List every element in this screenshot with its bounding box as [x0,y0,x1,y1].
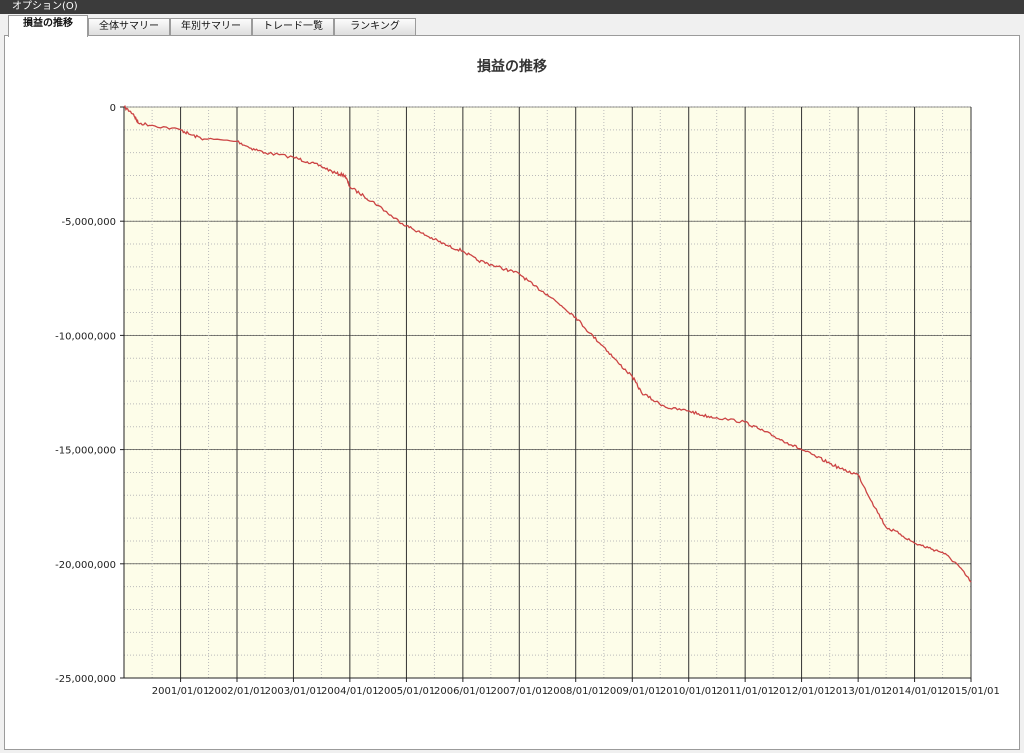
x-tick-label: 2012/01/01 [773,686,831,697]
x-tick-label: 2015/01/01 [942,686,1000,697]
x-tick-label: 2011/01/01 [716,686,774,697]
x-tick-label: 2013/01/01 [829,686,887,697]
y-axis: 0 -5,000,000 -10,000,000 -15,000,000 -20,000… [55,103,124,685]
y-tick-label: -15,000,000 [55,446,116,457]
x-tick-label: 2001/01/01 [152,686,210,697]
x-tick-label: 2014/01/01 [886,686,944,697]
y-tick-label: -5,000,000 [61,217,116,228]
x-tick-label: 2010/01/01 [660,686,718,697]
chart-title: 損益の推移 [477,58,547,75]
x-tick-label: 2007/01/01 [490,686,548,697]
profit-chart: 損益の推移 0 -5,000,000 -10,000,000 -15,000,000 -… [55,58,1000,697]
y-tick-label: -20,000,000 [55,560,116,571]
x-axis: 2001/01/012002/01/012003/01/012004/01/01… [152,678,1000,697]
x-tick-label: 2005/01/01 [378,686,436,697]
x-tick-label: 2009/01/01 [603,686,661,697]
y-tick-label: -10,000,000 [55,331,116,342]
tab-profit-trend[interactable]: 損益の推移 [8,15,88,37]
x-tick-label: 2002/01/01 [208,686,266,697]
x-tick-label: 2006/01/01 [434,686,492,697]
y-tick-label: 0 [110,103,116,114]
x-tick-label: 2004/01/01 [321,686,379,697]
x-tick-label: 2003/01/01 [265,686,323,697]
x-tick-label: 2008/01/01 [547,686,605,697]
y-tick-label: -25,000,000 [55,674,116,685]
